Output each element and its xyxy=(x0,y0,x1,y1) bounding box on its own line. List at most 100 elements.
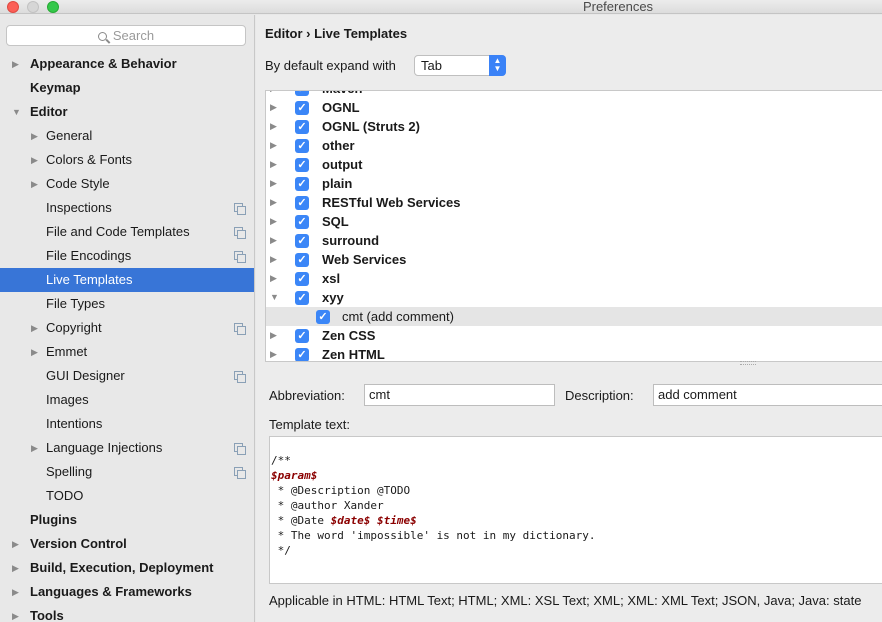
sidebar-item-emmet[interactable]: ▶ Emmet xyxy=(0,340,254,364)
collapsed-arrow-icon[interactable]: ▶ xyxy=(12,604,19,622)
collapsed-arrow-icon[interactable]: ▶ xyxy=(270,326,277,345)
description-field[interactable]: add comment xyxy=(653,384,882,406)
abbreviation-field[interactable]: cmt xyxy=(364,384,555,406)
collapsed-arrow-icon[interactable]: ▶ xyxy=(31,340,38,364)
sidebar-item-plugins[interactable]: Plugins xyxy=(0,508,254,532)
sidebar-item-appearance-behavior[interactable]: ▶ Appearance & Behavior xyxy=(0,52,254,76)
collapsed-arrow-icon[interactable]: ▶ xyxy=(270,117,277,136)
sidebar-item-label: Editor xyxy=(30,104,68,119)
collapsed-arrow-icon[interactable]: ▶ xyxy=(31,436,38,460)
template-checkbox[interactable]: ✓ xyxy=(295,91,309,96)
collapsed-arrow-icon[interactable]: ▶ xyxy=(270,345,277,361)
sidebar-item-inspections[interactable]: Inspections xyxy=(0,196,254,220)
sidebar-item-images[interactable]: Images xyxy=(0,388,254,412)
template-group[interactable]: ▶ ✓ Web Services xyxy=(266,250,882,269)
collapsed-arrow-icon[interactable]: ▶ xyxy=(270,193,277,212)
template-checkbox[interactable]: ✓ xyxy=(295,158,309,172)
expand-with-select[interactable]: Tab ▲ ▼ xyxy=(414,55,506,76)
collapsed-arrow-icon[interactable]: ▶ xyxy=(12,52,19,76)
template-group[interactable]: ▶ ✓ OGNL (Struts 2) xyxy=(266,117,882,136)
template-checkbox[interactable]: ✓ xyxy=(295,329,309,343)
sidebar-item-colors-fonts[interactable]: ▶ Colors & Fonts xyxy=(0,148,254,172)
sidebar-item-languages-frameworks[interactable]: ▶ Languages & Frameworks xyxy=(0,580,254,604)
template-group[interactable]: ▼ ✓ xyy xyxy=(266,288,882,307)
sidebar-item-editor[interactable]: ▼ Editor xyxy=(0,100,254,124)
template-checkbox[interactable]: ✓ xyxy=(295,177,309,191)
template-checkbox[interactable]: ✓ xyxy=(295,234,309,248)
template-checkbox[interactable]: ✓ xyxy=(295,215,309,229)
splitter-handle[interactable] xyxy=(740,361,756,365)
template-checkbox[interactable]: ✓ xyxy=(295,253,309,267)
collapsed-arrow-icon[interactable]: ▶ xyxy=(270,155,277,174)
sidebar-item-file-and-code-templates[interactable]: File and Code Templates xyxy=(0,220,254,244)
expanded-arrow-icon[interactable]: ▼ xyxy=(270,288,279,307)
template-group[interactable]: ▶ ✓ other xyxy=(266,136,882,155)
template-label: Zen CSS xyxy=(322,328,376,343)
sidebar-item-spelling[interactable]: Spelling xyxy=(0,460,254,484)
sidebar-item-todo[interactable]: TODO xyxy=(0,484,254,508)
search-input[interactable]: Search xyxy=(6,25,246,46)
sidebar-item-intentions[interactable]: Intentions xyxy=(0,412,254,436)
abbreviation-label: Abbreviation: xyxy=(269,388,345,403)
template-text: * @Description @TODO xyxy=(271,484,411,497)
collapsed-arrow-icon[interactable]: ▶ xyxy=(270,174,277,193)
template-checkbox[interactable]: ✓ xyxy=(295,196,309,210)
collapsed-arrow-icon[interactable]: ▶ xyxy=(12,556,19,580)
template-group[interactable]: ▶ ✓ plain xyxy=(266,174,882,193)
collapsed-arrow-icon[interactable]: ▶ xyxy=(31,316,38,340)
sidebar-item-tools[interactable]: ▶ Tools xyxy=(0,604,254,622)
sidebar-item-label: Live Templates xyxy=(46,272,133,287)
template-group[interactable]: ▶ ✓ xsl xyxy=(266,269,882,288)
collapsed-arrow-icon[interactable]: ▶ xyxy=(270,91,277,98)
collapsed-arrow-icon[interactable]: ▶ xyxy=(12,580,19,604)
sidebar-item-file-types[interactable]: File Types xyxy=(0,292,254,316)
template-group[interactable]: ▶ ✓ Zen CSS xyxy=(266,326,882,345)
template-checkbox[interactable]: ✓ xyxy=(295,291,309,305)
collapsed-arrow-icon[interactable]: ▶ xyxy=(31,124,38,148)
template-text: */ xyxy=(271,544,291,557)
collapsed-arrow-icon[interactable]: ▶ xyxy=(270,98,277,117)
template-group[interactable]: ▶ ✓ output xyxy=(266,155,882,174)
expanded-arrow-icon[interactable]: ▼ xyxy=(12,100,21,124)
sidebar-item-gui-designer[interactable]: GUI Designer xyxy=(0,364,254,388)
template-label: Maven xyxy=(322,91,362,98)
sidebar-item-build-execution-deployment[interactable]: ▶ Build, Execution, Deployment xyxy=(0,556,254,580)
project-scope-icon xyxy=(234,323,246,335)
template-checkbox[interactable]: ✓ xyxy=(295,139,309,153)
template-group[interactable]: ▶ ✓ Maven xyxy=(266,91,882,98)
collapsed-arrow-icon[interactable]: ▶ xyxy=(270,250,277,269)
collapsed-arrow-icon[interactable]: ▶ xyxy=(31,172,38,196)
sidebar-item-copyright[interactable]: ▶ Copyright xyxy=(0,316,254,340)
collapsed-arrow-icon[interactable]: ▶ xyxy=(270,212,277,231)
sidebar-item-code-style[interactable]: ▶ Code Style xyxy=(0,172,254,196)
collapsed-arrow-icon[interactable]: ▶ xyxy=(270,231,277,250)
sidebar-item-version-control[interactable]: ▶ Version Control xyxy=(0,532,254,556)
collapsed-arrow-icon[interactable]: ▶ xyxy=(270,269,277,288)
sidebar-item-language-injections[interactable]: ▶ Language Injections xyxy=(0,436,254,460)
template-code-line: * @Date $date$ $time$ xyxy=(271,513,882,528)
collapsed-arrow-icon[interactable]: ▶ xyxy=(12,532,19,556)
template-checkbox[interactable]: ✓ xyxy=(295,120,309,134)
template-variable: $date$ xyxy=(330,514,371,527)
template-checkbox[interactable]: ✓ xyxy=(295,348,309,361)
template-item[interactable]: ✓ cmt (add comment) xyxy=(266,307,882,326)
sidebar-item-label: Build, Execution, Deployment xyxy=(30,560,214,575)
template-group[interactable]: ▶ ✓ RESTful Web Services xyxy=(266,193,882,212)
sidebar-item-file-encodings[interactable]: File Encodings xyxy=(0,244,254,268)
template-checkbox[interactable]: ✓ xyxy=(295,272,309,286)
template-text-editor[interactable]: /** $param$ * @Description @TODO * @autho… xyxy=(269,436,882,584)
template-group[interactable]: ▶ ✓ OGNL xyxy=(266,98,882,117)
sidebar-item-keymap[interactable]: Keymap xyxy=(0,76,254,100)
template-checkbox[interactable]: ✓ xyxy=(295,101,309,115)
sidebar-item-live-templates[interactable]: Live Templates xyxy=(0,268,254,292)
sidebar-item-general[interactable]: ▶ General xyxy=(0,124,254,148)
template-group[interactable]: ▶ ✓ Zen HTML xyxy=(266,345,882,361)
sidebar-item-label: Version Control xyxy=(30,536,127,551)
expand-with-value: Tab xyxy=(421,58,442,73)
template-group[interactable]: ▶ ✓ surround xyxy=(266,231,882,250)
template-checkbox[interactable]: ✓ xyxy=(316,310,330,324)
collapsed-arrow-icon[interactable]: ▶ xyxy=(31,148,38,172)
collapsed-arrow-icon[interactable]: ▶ xyxy=(270,136,277,155)
applicable-contexts[interactable]: Applicable in HTML: HTML Text; HTML; XML… xyxy=(269,593,861,608)
template-group[interactable]: ▶ ✓ SQL xyxy=(266,212,882,231)
